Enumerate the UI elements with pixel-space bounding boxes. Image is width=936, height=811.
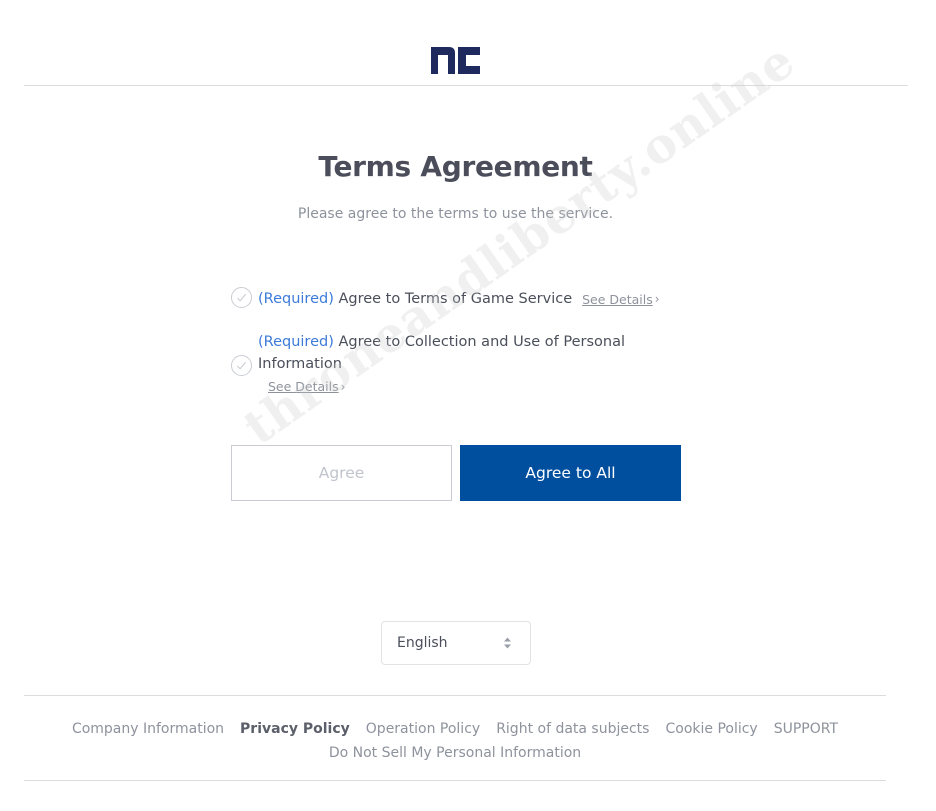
- see-details-link[interactable]: See Details: [268, 379, 339, 394]
- footer-link-cookie-policy[interactable]: Cookie Policy: [665, 721, 757, 737]
- page-title: Terms Agreement: [318, 150, 593, 183]
- term-text: Agree to Terms of Game Service: [333, 291, 573, 307]
- term-checkbox[interactable]: [231, 355, 252, 376]
- required-tag: (Required): [258, 291, 334, 307]
- term-item-game-service: (Required) Agree to Terms of Game Servic…: [231, 284, 691, 314]
- language-select[interactable]: English: [381, 621, 531, 665]
- see-details-link[interactable]: See Details: [582, 292, 653, 307]
- footer-links: Company Information Privacy Policy Operati…: [24, 717, 886, 765]
- terms-list: (Required) Agree to Terms of Game Servic…: [231, 284, 691, 398]
- agree-button[interactable]: Agree: [231, 445, 452, 501]
- nc-logo-icon[interactable]: [431, 47, 480, 74]
- footer-link-do-not-sell[interactable]: Do Not Sell My Personal Information: [329, 745, 581, 761]
- agree-to-all-button[interactable]: Agree to All: [460, 445, 681, 501]
- sort-arrows-icon: [504, 637, 511, 649]
- footer-link-right-of-data-subjects[interactable]: Right of data subjects: [496, 721, 649, 737]
- term-checkbox[interactable]: [231, 287, 252, 308]
- term-label[interactable]: (Required) Agree to Collection and Use o…: [258, 331, 628, 375]
- page-subtitle: Please agree to the terms to use the ser…: [297, 206, 614, 222]
- check-icon: [236, 361, 247, 370]
- chevron-right-icon: ›: [654, 292, 660, 306]
- footer-link-privacy-policy[interactable]: Privacy Policy: [240, 721, 350, 737]
- term-label[interactable]: (Required) Agree to Terms of Game Servic…: [258, 288, 572, 310]
- footer: Company Information Privacy Policy Operati…: [24, 695, 886, 781]
- footer-link-company-information[interactable]: Company Information: [72, 721, 224, 737]
- required-tag: (Required): [258, 334, 334, 350]
- footer-link-operation-policy[interactable]: Operation Policy: [366, 721, 480, 737]
- check-icon: [236, 293, 247, 302]
- header: [24, 0, 908, 86]
- footer-link-support[interactable]: SUPPORT: [774, 721, 838, 737]
- language-selected-value: English: [397, 635, 448, 651]
- chevron-right-icon: ›: [340, 380, 346, 394]
- details-row: See Details ›: [268, 375, 691, 398]
- term-item-personal-info: (Required) Agree to Collection and Use o…: [231, 331, 691, 398]
